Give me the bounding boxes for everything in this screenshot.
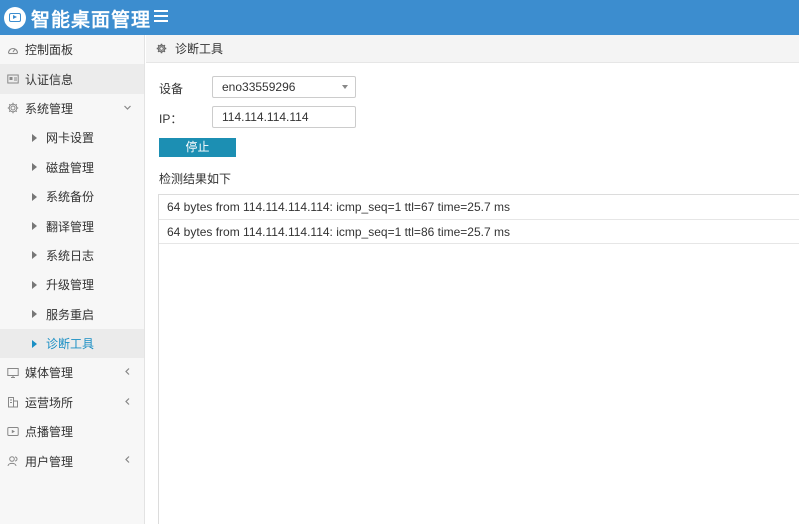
sidebar-subitem-label: 磁盘管理 bbox=[46, 160, 95, 175]
gear-icon bbox=[7, 102, 19, 114]
menu-toggle-icon[interactable] bbox=[154, 10, 168, 24]
sidebar-item-auth-info[interactable]: 认证信息 bbox=[0, 64, 144, 94]
brand[interactable]: 智能桌面管理 bbox=[4, 6, 152, 31]
caret-right-icon bbox=[32, 310, 37, 319]
page-title: 诊断工具 bbox=[175, 42, 224, 56]
sidebar-item-label: 认证信息 bbox=[25, 72, 74, 87]
sidebar-item-vod[interactable]: 点播管理 bbox=[0, 417, 144, 446]
caret-right-icon bbox=[32, 339, 37, 348]
monitor-icon bbox=[7, 367, 19, 379]
sidebar-subitem-upgrade[interactable]: 升级管理 bbox=[0, 270, 144, 299]
sidebar-subitem-restart[interactable]: 服务重启 bbox=[0, 300, 144, 329]
caret-right-icon bbox=[32, 251, 37, 260]
sidebar-item-label: 控制面板 bbox=[25, 43, 74, 58]
result-row: 64 bytes from 114.114.114.114: icmp_seq=… bbox=[159, 195, 799, 220]
sidebar-subitem-backup[interactable]: 系统备份 bbox=[0, 182, 144, 211]
play-icon bbox=[7, 426, 19, 438]
device-label: 设备 bbox=[159, 82, 184, 96]
sidebar-subitem-disk[interactable]: 磁盘管理 bbox=[0, 153, 144, 182]
sidebar-item-label: 点播管理 bbox=[25, 425, 74, 440]
ip-label: IP： bbox=[159, 112, 183, 126]
app-title: 智能桌面管理 bbox=[31, 9, 152, 31]
sidebar-item-media[interactable]: 媒体管理 bbox=[0, 358, 144, 387]
sidebar-item-label: 运营场所 bbox=[25, 395, 74, 410]
dashboard-icon bbox=[7, 44, 19, 56]
caret-right-icon bbox=[32, 280, 37, 289]
sidebar-item-users[interactable]: 用户管理 bbox=[0, 446, 144, 475]
results-panel: 64 bytes from 114.114.114.114: icmp_seq=… bbox=[158, 194, 799, 524]
device-select-value: eno33559296 bbox=[222, 80, 296, 94]
sidebar-subitem-diagnostics[interactable]: 诊断工具 bbox=[0, 328, 144, 359]
chevron-left-icon bbox=[123, 367, 132, 379]
sidebar-subitem-label: 升级管理 bbox=[46, 278, 95, 293]
sidebar-subitem-label: 翻译管理 bbox=[46, 219, 95, 234]
caret-right-icon bbox=[32, 133, 37, 142]
results-title: 检测结果如下 bbox=[159, 172, 232, 186]
gear-icon bbox=[156, 43, 167, 54]
logo-icon bbox=[4, 7, 26, 29]
sidebar-subitem-label: 服务重启 bbox=[46, 307, 95, 322]
device-select[interactable]: eno33559296 bbox=[212, 76, 356, 98]
chevron-left-icon bbox=[123, 397, 132, 409]
caret-right-icon bbox=[32, 192, 37, 201]
sidebar-subitem-label: 系统备份 bbox=[46, 190, 95, 205]
sidebar-item-dashboard[interactable]: 控制面板 bbox=[0, 35, 144, 64]
building-icon bbox=[7, 396, 19, 408]
result-row: 64 bytes from 114.114.114.114: icmp_seq=… bbox=[159, 220, 799, 244]
id-card-icon bbox=[7, 73, 19, 85]
caret-right-icon bbox=[32, 222, 37, 231]
sidebar-item-venues[interactable]: 运营场所 bbox=[0, 388, 144, 417]
chevron-down-icon bbox=[123, 103, 132, 115]
breadcrumb: 诊断工具 bbox=[146, 35, 799, 63]
caret-right-icon bbox=[32, 163, 37, 172]
ip-input[interactable] bbox=[212, 106, 356, 128]
stop-button[interactable]: 停止 bbox=[159, 138, 236, 157]
sidebar-item-system[interactable]: 系统管理 bbox=[0, 94, 144, 123]
chevron-left-icon bbox=[123, 455, 132, 467]
sidebar-item-label: 媒体管理 bbox=[25, 366, 74, 381]
sidebar: 控制面板 认证信息 系统管理 网卡设置 磁盘管理 系统备份 翻译管理 系统日志 bbox=[0, 35, 145, 524]
top-bar: 智能桌面管理 bbox=[0, 0, 799, 35]
sidebar-subitem-translation[interactable]: 翻译管理 bbox=[0, 211, 144, 240]
sidebar-subitem-label: 诊断工具 bbox=[46, 337, 95, 352]
sidebar-subitem-logs[interactable]: 系统日志 bbox=[0, 241, 144, 270]
sidebar-subitem-label: 网卡设置 bbox=[46, 131, 95, 146]
sidebar-item-label: 用户管理 bbox=[25, 454, 74, 469]
users-icon bbox=[7, 455, 19, 467]
sidebar-item-label: 系统管理 bbox=[25, 101, 74, 116]
caret-down-icon bbox=[342, 85, 348, 89]
sidebar-subitem-label: 系统日志 bbox=[46, 248, 95, 263]
sidebar-subitem-nic-settings[interactable]: 网卡设置 bbox=[0, 123, 144, 152]
